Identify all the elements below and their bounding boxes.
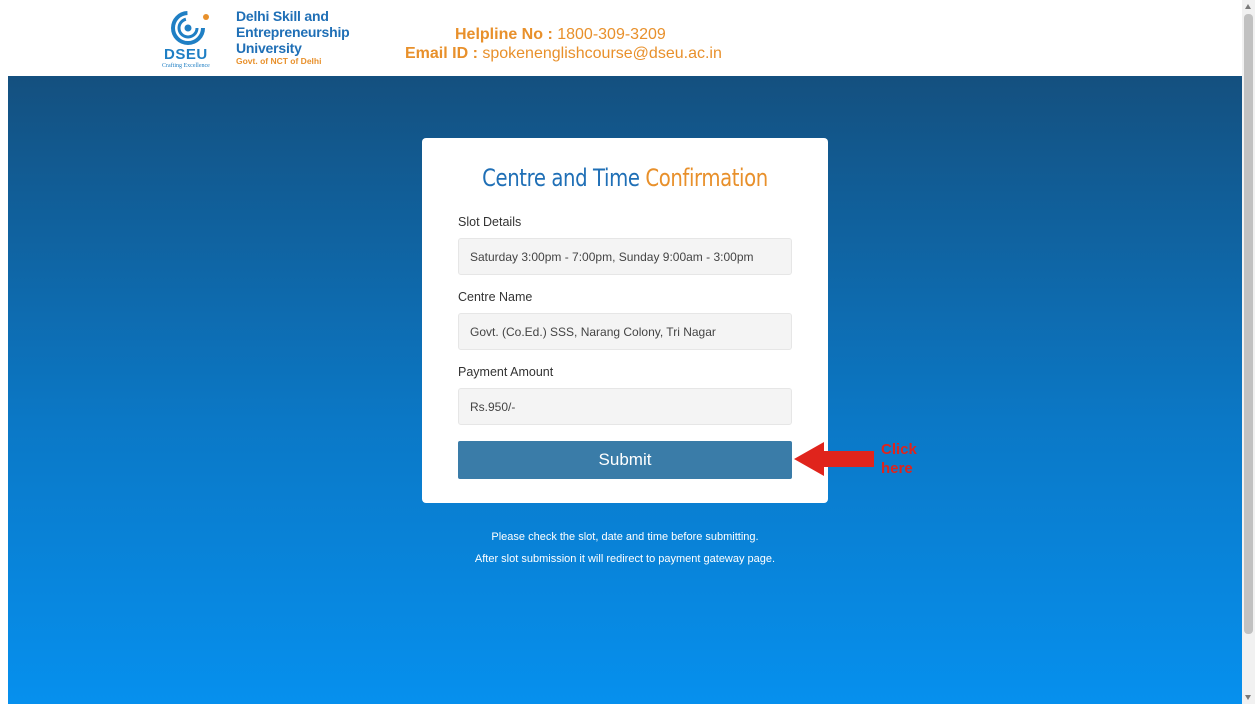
centre-name-field: Govt. (Co.Ed.) SSS, Narang Colony, Tri N…	[458, 313, 792, 350]
helpline-label: Helpline No :	[455, 26, 553, 43]
note-line1: Please check the slot, date and time bef…	[491, 531, 759, 543]
card-title: Centre and Time Confirmation	[459, 164, 792, 192]
payment-amount-label: Payment Amount	[458, 365, 554, 379]
slot-details-label: Slot Details	[458, 215, 522, 229]
main-section: Centre and Time Confirmation Slot Detail…	[8, 76, 1242, 704]
payment-amount-field: Rs.950/-	[458, 388, 792, 425]
contact-info: Helpline No : 1800-309-3209 Email ID : s…	[405, 25, 722, 63]
scroll-up-icon[interactable]	[1245, 4, 1251, 9]
note-line2: After slot submission it will redirect t…	[474, 553, 776, 565]
university-name-line2: Entrepreneurship University	[236, 24, 350, 56]
card-title-part2: Confirmation	[645, 164, 768, 192]
logo-wordmark: DSEU	[164, 46, 208, 63]
card-title-part1: Centre and Time	[482, 164, 640, 192]
email-address: spokenenglishcourse@dseu.ac.in	[482, 45, 722, 62]
university-name: Delhi Skill and Entrepreneurship Univers…	[236, 8, 406, 67]
red-arrow-icon	[794, 442, 874, 476]
click-here-line1: Click	[881, 441, 917, 458]
email-label: Email ID :	[405, 45, 478, 62]
dseu-logo[interactable]: DSEU Crafting Excellence	[160, 8, 230, 70]
scrollbar-thumb[interactable]	[1244, 14, 1253, 634]
university-govt-line: Govt. of NCT of Delhi	[236, 56, 322, 66]
click-here-line2: here	[881, 460, 913, 477]
confirmation-card: Centre and Time Confirmation Slot Detail…	[422, 138, 828, 503]
site-header: DSEU Crafting Excellence Delhi Skill and…	[0, 0, 1242, 76]
helpline-number: 1800-309-3209	[557, 26, 666, 43]
centre-name-label: Centre Name	[458, 290, 533, 304]
logo-tagline: Crafting Excellence	[162, 63, 210, 69]
helpline-row: Helpline No : 1800-309-3209	[405, 25, 722, 44]
page: DSEU Crafting Excellence Delhi Skill and…	[0, 0, 1255, 704]
submission-notes: Please check the slot, date and time bef…	[8, 526, 1242, 570]
logo-swirl-icon	[171, 11, 209, 45]
email-row: Email ID : spokenenglishcourse@dseu.ac.i…	[405, 44, 722, 63]
slot-details-field: Saturday 3:00pm - 7:00pm, Sunday 9:00am …	[458, 238, 792, 275]
scroll-down-icon[interactable]	[1245, 695, 1251, 700]
university-name-line1: Delhi Skill and	[236, 8, 329, 24]
submit-button[interactable]: Submit	[458, 441, 792, 479]
vertical-scrollbar[interactable]	[1242, 0, 1255, 704]
click-here-annotation: Click here	[881, 440, 931, 478]
